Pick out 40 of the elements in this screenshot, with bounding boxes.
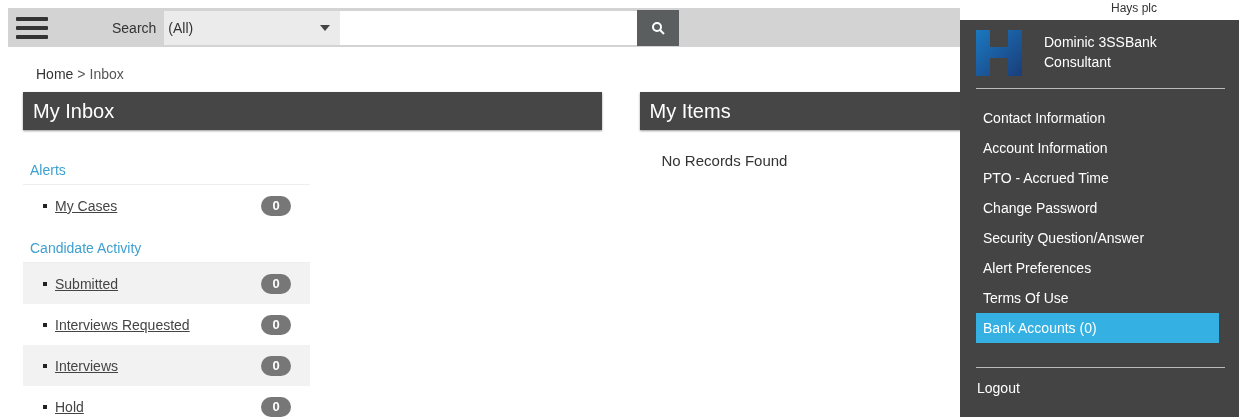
- menu-item[interactable]: Alert Preferences: [976, 253, 1219, 283]
- menu-item[interactable]: Change Password: [976, 193, 1219, 223]
- panel-header: My Inbox: [23, 92, 602, 130]
- empty-message: No Records Found: [661, 152, 789, 169]
- user-name: Dominic 3SSBank: [1044, 33, 1157, 52]
- count-badge: 0: [261, 314, 291, 335]
- menu-item[interactable]: Contact Information: [976, 103, 1219, 133]
- search-icon: [651, 20, 666, 35]
- bullet-icon: [43, 363, 47, 368]
- search-field[interactable]: [340, 10, 638, 45]
- scope-dropdown[interactable]: (All): [164, 10, 341, 45]
- logo-icon: [976, 30, 1022, 76]
- bullet-icon: [43, 281, 47, 286]
- count-badge: 0: [261, 396, 291, 417]
- menu-item[interactable]: PTO - Accrued Time: [976, 163, 1219, 193]
- bullet-icon: [43, 203, 47, 208]
- logout-link[interactable]: Logout: [976, 380, 1225, 396]
- caret-icon: [320, 24, 331, 31]
- search-button[interactable]: [637, 9, 680, 46]
- count-badge: 0: [261, 195, 291, 216]
- item-link[interactable]: Interviews: [55, 357, 261, 374]
- user-role: Consultant: [1044, 53, 1112, 72]
- section-title: Alerts: [23, 162, 310, 185]
- bullet-icon: [43, 404, 47, 409]
- company-name: Hays plc: [1111, 1, 1157, 15]
- count-badge: 0: [261, 273, 291, 294]
- breadcrumb-current: Inbox: [89, 66, 124, 84]
- count-badge: 0: [261, 355, 291, 376]
- item-link[interactable]: Submitted: [55, 275, 261, 292]
- item-link[interactable]: My Cases: [55, 197, 261, 214]
- search-label: Search: [112, 19, 157, 36]
- menu-item[interactable]: Account Information: [976, 133, 1219, 163]
- bullet-icon: [43, 322, 47, 327]
- menu-item[interactable]: Security Question/Answer: [976, 223, 1219, 253]
- item-link[interactable]: Hold: [55, 398, 261, 415]
- menu-item[interactable]: Terms Of Use: [976, 283, 1219, 313]
- breadcrumb-link[interactable]: Home: [36, 66, 74, 84]
- item-link[interactable]: Interviews Requested: [55, 316, 261, 333]
- breadcrumb-separator: >: [77, 66, 86, 84]
- menu-icon[interactable]: [16, 15, 48, 40]
